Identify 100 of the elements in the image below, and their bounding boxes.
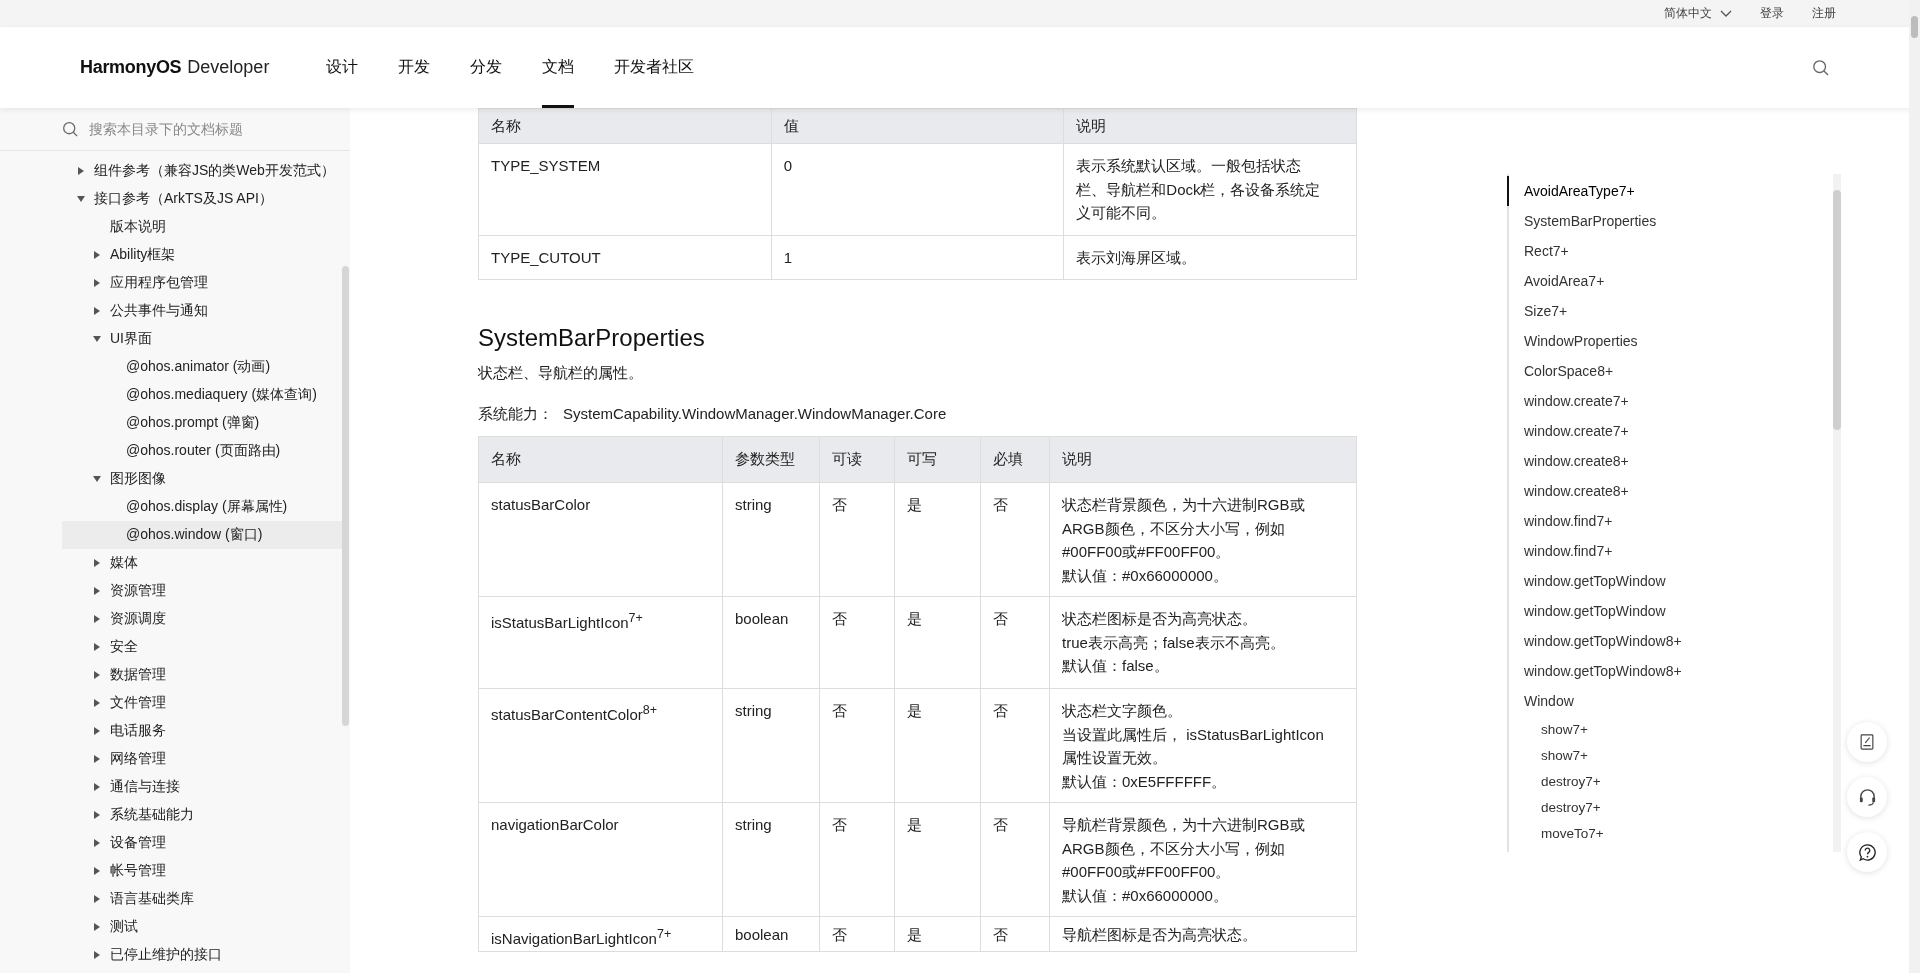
table-cell-text: 导航栏背景颜色，为十六进制RGB或 ARGB颜色，不区分大小写，例如 #00FF00或#FF00FF00。 默认值：#0x66000000。 <box>1062 815 1306 906</box>
tree-item[interactable]: 接口参考（ArkTS及JS API） <box>62 185 342 213</box>
toc-link[interactable]: moveTo7+ <box>1507 820 1819 846</box>
tree-item[interactable]: @ohos.display (屏幕属性) <box>62 493 342 521</box>
toc-link[interactable]: Size7+ <box>1507 296 1819 326</box>
tree-item[interactable]: 安全 <box>62 633 342 661</box>
toc-link[interactable]: AvoidAreaType7+ <box>1507 176 1819 206</box>
tree-item[interactable]: 语言基础类库 <box>62 885 342 913</box>
tree-item[interactable]: 应用程序包管理 <box>62 269 342 297</box>
tree-item[interactable]: 测试 <box>62 913 342 941</box>
caret-icon <box>94 923 100 931</box>
tree-item[interactable]: 图形图像 <box>62 465 342 493</box>
language-selector[interactable]: 简体中文 <box>1664 5 1732 22</box>
feedback-button[interactable] <box>1847 722 1887 762</box>
table-cell-text: 否 <box>993 701 1009 721</box>
logo-brand[interactable]: HarmonyOS <box>80 57 182 78</box>
toc-link[interactable]: destroy7+ <box>1507 794 1819 820</box>
caret-icon <box>94 839 100 847</box>
table-cell-text: string <box>735 815 773 835</box>
support-button[interactable] <box>1847 777 1887 817</box>
tree-item[interactable]: 版本说明 <box>62 213 342 241</box>
table-cell-text: isStatusBarLightIcon$^{7+}$ <box>491 610 644 633</box>
top-link[interactable]: 注册 <box>1812 5 1836 22</box>
caret-icon <box>93 336 101 342</box>
table-cell-text: navigationBarColor <box>491 815 620 835</box>
tree-item[interactable]: 设备管理 <box>62 829 342 857</box>
table-cell-text: 导航栏图标是否为高亮状态。 <box>1062 925 1258 945</box>
table-cell-text: 表示刘海屏区域。 <box>1076 247 1198 268</box>
toc-link[interactable]: window.create8+ <box>1507 476 1819 506</box>
caret-icon <box>94 951 100 959</box>
table-cell-text: 状态栏背景颜色，为十六进制RGB或 ARGB颜色，不区分大小写，例如 #00FF00或#FF00FF00。 默认值：#0x66000000。 <box>1062 495 1306 586</box>
table-cell-text: 是 <box>907 815 923 835</box>
table-cell-text: TYPE_CUTOUT <box>491 247 602 268</box>
tree-item[interactable]: 数据管理 <box>62 661 342 689</box>
toc-link[interactable]: SystemBarProperties <box>1507 206 1819 236</box>
tree-item[interactable]: 媒体 <box>62 549 342 577</box>
table-cell-text: 是 <box>907 495 923 515</box>
tree-item[interactable]: @ohos.animator (动画) <box>62 353 342 381</box>
nav-tab[interactable]: 分发 <box>470 27 502 108</box>
tree-item[interactable]: @ohos.router (页面路由) <box>62 437 342 465</box>
toc-link[interactable]: WindowProperties <box>1507 326 1819 356</box>
chevron-down-icon <box>1720 9 1732 18</box>
nav-tab[interactable]: 开发 <box>398 27 430 108</box>
tree-item[interactable]: 网络管理 <box>62 745 342 773</box>
nav-tab[interactable]: 设计 <box>326 27 358 108</box>
toc-link[interactable]: ColorSpace8+ <box>1507 356 1819 386</box>
toc-scrollbar[interactable] <box>1833 174 1841 852</box>
tree-item[interactable]: 系统基础能力 <box>62 801 342 829</box>
table-cell-text: string <box>735 701 773 721</box>
tree-item[interactable]: @ohos.prompt (弹窗) <box>62 409 342 437</box>
tree-item[interactable]: UI界面 <box>62 325 342 353</box>
toc-link[interactable]: destroy7+ <box>1507 768 1819 794</box>
capability-value: SystemCapability.WindowManager.WindowManager.Core <box>563 405 947 424</box>
table-cell-text: 状态栏图标是否为高亮状态。 true表示高亮；false表示不高亮。 默认值：false。 <box>1062 609 1286 676</box>
toc-link[interactable]: window.getTopWindow8+ <box>1507 656 1819 686</box>
caret-icon <box>77 196 85 202</box>
toc-link[interactable]: window.create7+ <box>1507 386 1819 416</box>
logo-suffix[interactable]: Developer <box>187 57 270 78</box>
tree-item[interactable]: 资源管理 <box>62 577 342 605</box>
sidebar-scrollbar[interactable] <box>342 266 349 726</box>
tree-item[interactable]: Ability框架 <box>62 241 342 269</box>
toc-link[interactable]: window.find7+ <box>1507 536 1819 566</box>
tree-item[interactable]: 帐号管理 <box>62 857 342 885</box>
toc-link[interactable]: window.getTopWindow <box>1507 566 1819 596</box>
toc-link[interactable]: window.getTopWindow <box>1507 596 1819 626</box>
column-header: 名称 <box>478 108 772 144</box>
caret-icon <box>94 251 100 259</box>
caret-icon <box>94 727 100 735</box>
tree-item[interactable]: @ohos.mediaquery (媒体查询) <box>62 381 342 409</box>
tree-item[interactable]: 通信与连接 <box>62 773 342 801</box>
tree-item[interactable]: 公共事件与通知 <box>62 297 342 325</box>
toc-link[interactable]: window.create7+ <box>1507 416 1819 446</box>
search-icon[interactable] <box>1812 58 1830 77</box>
table-cell-text: 表示系统默认区域。一般包括状态 栏、导航栏和Dock栏，各设备系统定 义可能不同。 <box>1076 156 1322 223</box>
table-cell-text: 否 <box>993 925 1009 945</box>
help-button[interactable] <box>1847 832 1887 872</box>
caret-icon <box>94 643 100 651</box>
toc-link[interactable]: Window <box>1507 686 1819 716</box>
toc-link[interactable]: show7+ <box>1507 742 1819 768</box>
search-field[interactable]: 搜索本目录下的文档标题 <box>87 120 331 138</box>
nav-tab[interactable]: 开发者社区 <box>614 27 694 108</box>
toc-link[interactable]: window.getTopWindow8+ <box>1507 626 1819 656</box>
toc-link[interactable]: show7+ <box>1507 716 1819 742</box>
search-icon <box>62 120 79 138</box>
table-cell-text: boolean <box>735 609 790 629</box>
toc-link[interactable]: AvoidArea7+ <box>1507 266 1819 296</box>
table-cell-text: 否 <box>993 815 1009 835</box>
toc-link[interactable]: window.create8+ <box>1507 446 1819 476</box>
column-header: 可写 <box>894 436 981 483</box>
toc-link[interactable]: Rect7+ <box>1507 236 1819 266</box>
tree-item[interactable]: 已停止维护的接口 <box>62 941 342 969</box>
tree-item[interactable]: 文件管理 <box>62 689 342 717</box>
tree-item[interactable]: 电话服务 <box>62 717 342 745</box>
question-mark-icon <box>1857 842 1877 862</box>
tree-item[interactable]: 资源调度 <box>62 605 342 633</box>
top-link[interactable]: 登录 <box>1760 5 1784 22</box>
tree-item[interactable]: 组件参考（兼容JS的类Web开发范式） <box>62 157 342 185</box>
toc-link[interactable]: window.find7+ <box>1507 506 1819 536</box>
table-cell-text: statusBarContentColor$^{8+}$ <box>491 702 658 725</box>
tree-item[interactable]: @ohos.window (窗口) <box>62 521 342 549</box>
